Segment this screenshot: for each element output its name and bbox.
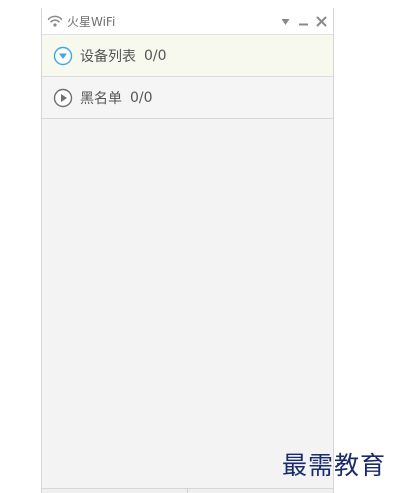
section-device-list[interactable]: 设备列表 0/0 — [42, 35, 333, 77]
wifi-icon — [47, 15, 63, 27]
bottom-divider — [187, 489, 188, 493]
bottom-bar — [42, 488, 333, 493]
close-icon[interactable] — [316, 16, 327, 27]
content-area — [42, 120, 333, 493]
section-count: 0/0 — [130, 89, 153, 106]
triangle-down-icon[interactable] — [280, 16, 291, 27]
section-label: 黑名单 — [80, 90, 122, 107]
watermark-text: 最需教育 — [282, 451, 387, 480]
circle-chevron-down-icon — [53, 46, 73, 65]
section-label: 设备列表 — [80, 48, 136, 65]
window-controls — [280, 16, 327, 27]
app-window: 火星WiFi 设备列表 0/0 黑名单 0/0 — [41, 8, 334, 493]
section-blacklist[interactable]: 黑名单 0/0 — [42, 77, 333, 119]
circle-play-icon — [53, 88, 73, 107]
window-title: 火星WiFi — [67, 14, 116, 29]
title-bar[interactable]: 火星WiFi — [42, 8, 333, 35]
section-count: 0/0 — [144, 47, 167, 64]
minimize-icon[interactable] — [298, 16, 309, 27]
